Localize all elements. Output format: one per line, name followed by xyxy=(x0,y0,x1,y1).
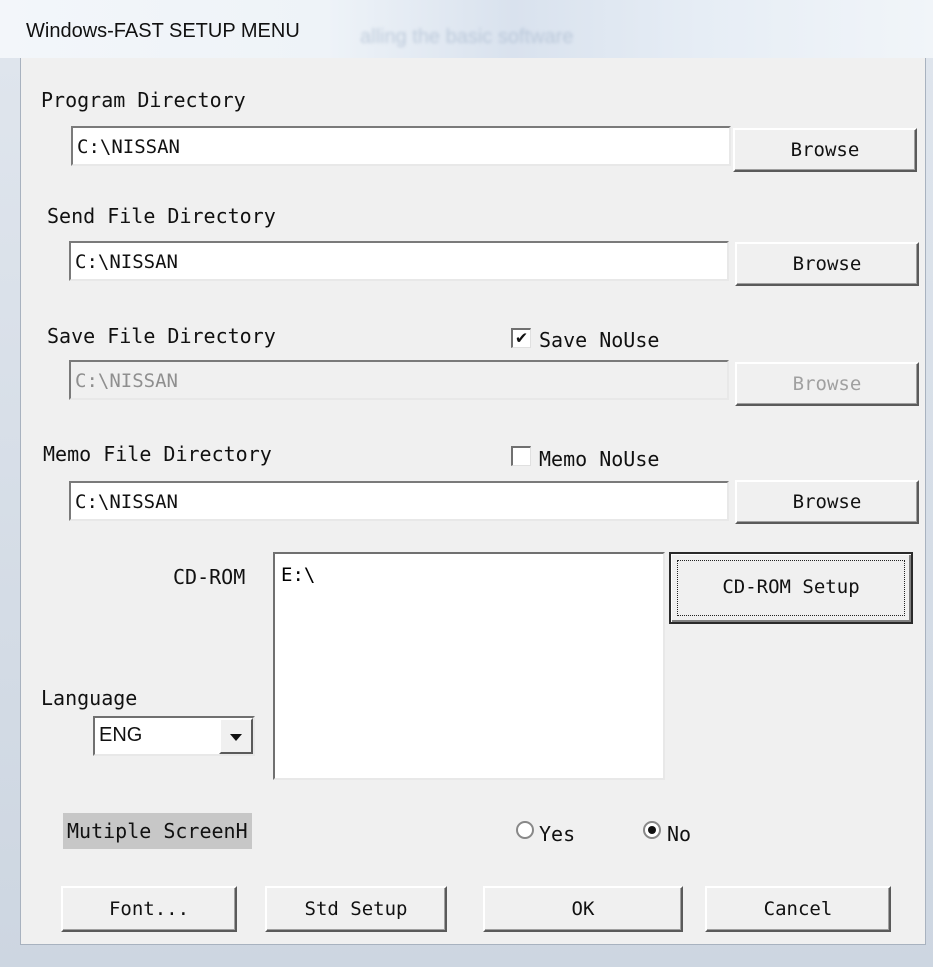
cdrom-label: CD-ROM xyxy=(173,565,246,589)
memo-directory-input[interactable]: C:\NISSAN xyxy=(69,481,729,521)
radio-yes-label[interactable]: Yes xyxy=(539,822,575,846)
program-directory-browse-button[interactable]: Browse xyxy=(733,128,917,172)
font-button[interactable]: Font... xyxy=(61,886,237,932)
background-window-caption: alling the basic software xyxy=(360,26,574,48)
title-bar[interactable]: alling the basic software Windows-FAST S… xyxy=(0,0,933,59)
send-directory-label: Send File Directory xyxy=(47,204,276,228)
save-directory-label: Save File Directory xyxy=(47,324,276,348)
language-selected-value: ENG xyxy=(99,724,143,746)
language-label: Language xyxy=(41,686,138,710)
radio-yes[interactable] xyxy=(516,821,534,839)
std-setup-button[interactable]: Std Setup xyxy=(265,886,447,932)
cdrom-setup-button[interactable]: CD-ROM Setup xyxy=(669,552,913,624)
checkmark-icon: ✔ xyxy=(516,327,527,348)
radio-selected-dot xyxy=(648,826,656,834)
window-title: Windows-FAST SETUP MENU xyxy=(26,20,300,42)
save-directory-input: C:\NISSAN xyxy=(69,360,729,400)
setup-dialog: alling the basic software Windows-FAST S… xyxy=(0,0,933,967)
ok-button[interactable]: OK xyxy=(483,886,683,932)
send-directory-browse-button[interactable]: Browse xyxy=(735,242,919,286)
save-directory-browse-button: Browse xyxy=(735,362,919,406)
language-select[interactable]: ENG xyxy=(93,716,255,756)
dialog-client-area: Program Directory C:\NISSAN Browse Send … xyxy=(20,58,926,945)
radio-no[interactable] xyxy=(643,821,661,839)
memo-directory-browse-button[interactable]: Browse xyxy=(735,480,919,524)
memo-nouse-checkbox[interactable] xyxy=(511,446,531,466)
send-directory-input[interactable]: C:\NISSAN xyxy=(69,241,729,281)
memo-directory-label: Memo File Directory xyxy=(43,442,272,466)
cdrom-setup-label: CD-ROM Setup xyxy=(722,576,860,598)
program-directory-label: Program Directory xyxy=(41,88,246,112)
dropdown-arrow-icon[interactable] xyxy=(219,718,253,754)
cancel-button[interactable]: Cancel xyxy=(705,886,891,932)
save-nouse-label[interactable]: Save NoUse xyxy=(539,328,659,352)
radio-no-label[interactable]: No xyxy=(667,822,691,846)
memo-nouse-label[interactable]: Memo NoUse xyxy=(539,447,659,471)
list-item[interactable]: E:\ xyxy=(281,564,663,586)
multiple-screen-label: Mutiple ScreenH xyxy=(63,813,252,849)
cdrom-drive-list[interactable]: E:\ xyxy=(273,552,665,780)
save-nouse-checkbox[interactable]: ✔ xyxy=(511,328,531,348)
window-frame: Program Directory C:\NISSAN Browse Send … xyxy=(0,58,933,967)
program-directory-input[interactable]: C:\NISSAN xyxy=(71,126,731,166)
